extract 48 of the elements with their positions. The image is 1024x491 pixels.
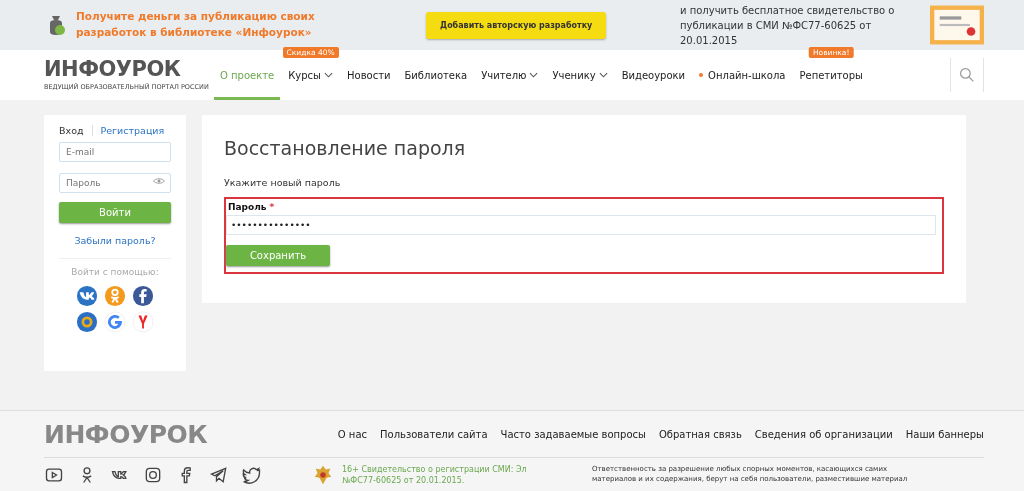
eye-icon[interactable] (153, 177, 165, 185)
nav-item[interactable]: Ученику (546, 50, 614, 100)
chevron-icon[interactable] (529, 72, 539, 78)
instagram-icon[interactable] (143, 465, 163, 485)
login-tab[interactable]: Регистрация (100, 125, 173, 136)
nav-item[interactable]: Новости (341, 50, 397, 100)
nav-label[interactable]: Репетиторы (799, 69, 863, 81)
field-label: Пароль * (227, 202, 275, 212)
nav-item[interactable]: Видеоуроки (615, 50, 692, 100)
certificate-icon (930, 5, 984, 45)
yandex-icon[interactable] (132, 311, 154, 333)
nav-label[interactable]: Видеоуроки (621, 69, 686, 81)
nav-item[interactable]: Учителю (475, 50, 545, 100)
promo-text: Получите деньги за публикацию своих разработок в библиотеке «Инфоурок» (76, 9, 316, 40)
nav-label[interactable]: Новости (347, 69, 391, 81)
social-login-label: Войти с помощью: (70, 267, 160, 277)
twitter-icon[interactable] (242, 465, 262, 485)
add-material-button[interactable]: Добавить авторскую разработку (426, 11, 607, 39)
nav-label[interactable]: Онлайн-школа (708, 69, 786, 81)
footer-link[interactable]: Сведения об организации (754, 428, 893, 440)
footer-link[interactable]: Часто задаваемые вопросы (500, 428, 646, 440)
certificate-text: 16+ Свидетельство о регистрации СМИ: Эл №ФС77-60625 от 20.01.2015. (342, 463, 528, 487)
email-field[interactable]: E-mail (59, 142, 171, 162)
password-field[interactable]: ••••••••••••••• (226, 215, 936, 235)
forgot-password-link[interactable]: Забыли пароль? (59, 235, 171, 246)
nav-item[interactable]: Библиотека (398, 50, 474, 100)
certificate-text: и получить бесплатное свидетельство о публикации в СМИ №ФС77-60625 от 20.01.2015 (680, 3, 896, 48)
footer-link[interactable]: Наши баннеры (905, 428, 984, 440)
vk-icon[interactable] (76, 285, 98, 307)
nav-item[interactable]: Онлайн-школа (693, 50, 792, 100)
nav-label[interactable]: Курсы (288, 69, 321, 81)
search-icon[interactable] (959, 67, 975, 83)
footer-link[interactable]: Обратная связь (659, 428, 742, 440)
nav-label[interactable]: Библиотека (404, 69, 468, 81)
google-icon[interactable] (104, 311, 126, 333)
emblem-icon (312, 464, 334, 486)
login-tab[interactable]: Вход (59, 125, 93, 136)
telegram-icon[interactable] (209, 465, 229, 485)
facebook-icon[interactable] (132, 285, 154, 307)
footer-link[interactable]: О нас (337, 428, 367, 440)
nav-label[interactable]: Ученику (552, 69, 596, 81)
password-field[interactable]: Пароль (59, 173, 171, 193)
chevron-icon[interactable] (324, 72, 333, 78)
chevron-icon[interactable] (598, 72, 608, 78)
nav-label[interactable]: Учителю (481, 69, 527, 81)
instruction-text: Укажите новый пароль (224, 177, 342, 188)
page-title: Восстановление пароля (224, 137, 467, 159)
footer-link[interactable]: Пользователи сайта (380, 428, 488, 440)
